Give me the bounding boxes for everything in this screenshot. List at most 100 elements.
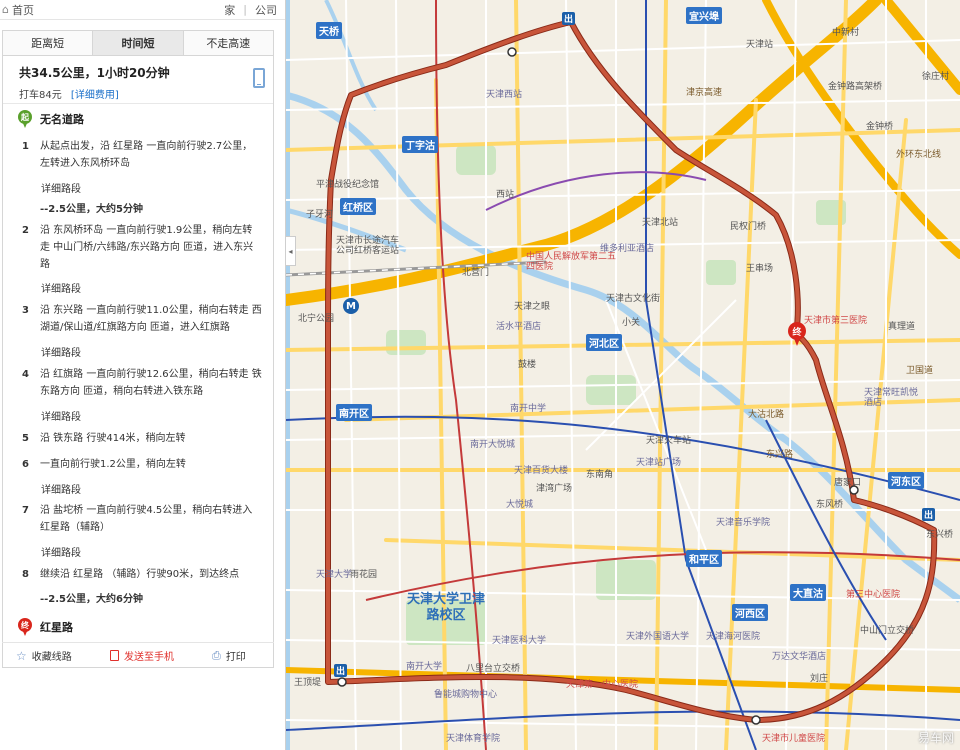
district-label[interactable]: 河西区 [732,604,768,621]
map-label: 天津市长途汽车公司红桥客运站 [336,236,400,256]
fee-detail-link[interactable]: [详细费用] [71,90,119,101]
map-label: 第三中心医院 [846,590,901,600]
map-label: 天津常旺凯悦酒店 [864,388,919,408]
collapse-panel-button[interactable]: ◂ [286,236,296,266]
map-label: 天津海河医院 [706,632,761,642]
map-label: 津京高速 [686,88,723,98]
map-label: 民权门桥 [730,222,767,232]
map-label: 天津第一中心医院 [566,680,639,690]
map-label: 东兴桥 [926,530,954,540]
map-label: 南开中学 [510,404,547,414]
route-step: 6 一直向前行驶1.2公里，稍向左转 [22,459,186,470]
district-label[interactable]: 河东区 [888,472,924,489]
watermark: 易车网 [917,731,954,745]
step-detail-link[interactable]: 详细路段 [41,544,81,559]
top-bar: ⌂ 首页 家 | 公司 [0,0,285,20]
map-label: 万达文华酒店 [772,652,827,662]
district-label[interactable]: 丁字沽 [402,136,438,153]
route-exit-marker[interactable]: 出 [922,508,936,521]
home-address-link[interactable]: 家 [224,2,235,18]
map-label: 天津医科大学 [492,636,547,646]
destination-marker-icon[interactable]: 终 [788,322,806,348]
start-point[interactable]: 起 无名道路 [18,110,84,128]
route-summary: 共34.5公里，1小时20分钟 打车84元 [详细费用] [3,56,273,104]
route-actions: ☆ 收藏线路 发送至手机 ⎙ 打印 [2,642,274,668]
tab-shortest-time[interactable]: 时间短 [93,31,184,55]
route-step: 8 继续沿 红星路 （辅路）行驶90米，到达终点 [22,569,240,580]
route-total: 共34.5公里，1小时20分钟 [19,66,170,80]
map-label: 天津古文化街 [606,294,661,304]
map-label: 鲁能城购物中心 [434,690,498,700]
map-label: 天津市儿童医院 [762,734,826,744]
print-button[interactable]: ⎙ 打印 [212,648,246,664]
district-label[interactable]: 河北区 [586,334,622,351]
step-detail-link[interactable]: 详细路段 [41,280,81,295]
metro-station-icon[interactable]: M [343,298,359,314]
map-label: 大沽北路 [748,410,785,420]
map-label: 唐家口 [834,478,862,488]
map-label: 徐庄村 [922,72,950,82]
map-label: 东南角 [586,470,614,480]
route-step: 3 沿 东兴路 一直向前行驶11.0公里，稍向右转走 西湖道/保山道/红旗路方向… [22,305,262,333]
end-point[interactable]: 终 红星路 [18,618,73,636]
home-link[interactable]: ⌂ 首页 [2,2,34,18]
map-label: 维多利亚酒店 [600,244,655,254]
mobile-phone-icon[interactable] [253,68,265,88]
map-label: 真理道 [888,322,916,332]
map-label: 天津音乐学院 [716,518,771,528]
start-label: 无名道路 [40,113,84,126]
route-exit-marker[interactable]: 出 [334,664,348,677]
tab-avoid-highway[interactable]: 不走高速 [183,31,273,55]
map-label: 天津西站 [486,90,523,100]
district-label[interactable]: 和平区 [686,550,722,567]
start-pin-icon: 起 [18,110,32,128]
route-step: 7 沿 盐坨桥 一直向前行驶4.5公里，稍向右转进入红星路（辅路） [22,505,253,533]
step-subtotal: --2.5公里，大约6分钟 [40,594,143,605]
map-label: 子牙河 [306,210,334,220]
map-label: 津湾广场 [536,484,573,494]
map-label: 天津外国语大学 [626,632,690,642]
map-label: 中新村 [832,28,860,38]
map-label: 东风桥 [816,500,844,510]
map-label: 东兴路 [766,450,794,460]
send-to-phone-button[interactable]: 发送至手机 [110,648,174,663]
map-label: 小关 [622,318,641,328]
map-label: 天津体育学院 [446,734,501,744]
divider: | [243,3,247,16]
map-label: 天津百货大楼 [514,466,569,476]
map-label: 鼓楼 [518,360,537,370]
district-label[interactable]: 宜兴埠 [686,7,722,24]
campus-label[interactable]: 天津大学卫津路校区 [406,592,486,624]
map-label: 天津站广场 [636,458,682,468]
end-label: 红星路 [40,621,73,634]
map-canvas [286,0,960,750]
favorite-route-button[interactable]: ☆ 收藏线路 [16,648,72,664]
step-detail-link[interactable]: 详细路段 [41,180,81,195]
map-label: 活水平酒店 [496,322,542,332]
route-step: 1 从起点出发，沿 红星路 一直向前行驶2.7公里，左转进入东风桥环岛 [22,141,253,169]
phone-send-icon [110,650,119,661]
map-label: 王顶堤 [294,678,322,688]
step-detail-link[interactable]: 详细路段 [41,344,81,359]
district-label[interactable]: 红桥区 [340,198,376,215]
map-label: 北营门 [462,268,490,278]
district-label[interactable]: 大直沽 [790,584,826,601]
district-label[interactable]: 南开区 [336,404,372,421]
map-label: 雨花园 [350,570,378,580]
map-view[interactable]: 天桥 红桥区 河北区 南开区 河东区 和平区 河西区 丁字沽 大直沽 宜兴埠 天… [286,0,960,750]
route-exit-marker[interactable]: 出 [562,12,576,25]
map-label: 卫国道 [906,366,934,376]
district-label[interactable]: 天桥 [316,22,342,39]
map-label: 天津火车站 [646,436,692,446]
step-detail-link[interactable]: 详细路段 [41,481,81,496]
tab-shortest-distance[interactable]: 距离短 [3,31,94,55]
map-label: 金钟路高架桥 [828,82,883,92]
company-address-link[interactable]: 公司 [255,2,277,18]
home-icon: ⌂ [2,3,9,16]
map-label: 王串场 [746,264,774,274]
map-label: 南开大悦城 [470,440,516,450]
map-label: 天津市第三医院 [804,316,868,326]
step-detail-link[interactable]: 详细路段 [41,408,81,423]
map-label: 北宁公园 [298,314,335,324]
map-label: 中国人民解放军第二五四医院 [526,252,617,272]
